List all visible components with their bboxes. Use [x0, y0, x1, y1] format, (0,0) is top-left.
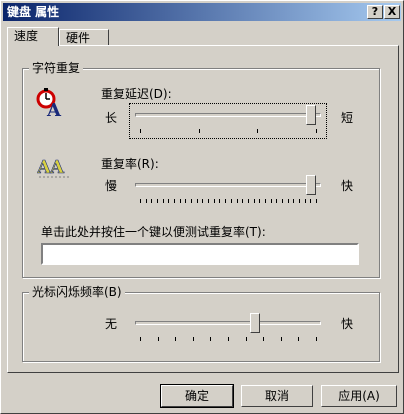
slider-tick — [254, 199, 255, 203]
delay-slider-focus — [129, 103, 327, 139]
blink-slider-thumb[interactable] — [250, 313, 260, 333]
keyboard-delay-icon: A — [36, 88, 62, 118]
delay-min-label: 长 — [105, 111, 118, 125]
slider-tick — [163, 199, 164, 203]
slider-tick — [185, 199, 186, 203]
slider-tick — [174, 199, 175, 203]
slider-tick — [237, 199, 238, 203]
title-bar[interactable]: 键盘 属性 ? X — [3, 3, 401, 21]
delay-max-label: 短 — [341, 111, 354, 125]
delay-slider-track[interactable] — [135, 113, 321, 117]
rate-slider-ticks — [140, 199, 317, 203]
slider-tick — [151, 199, 152, 203]
slider-tick — [316, 337, 317, 341]
ok-button[interactable]: 确定 — [160, 384, 234, 408]
slider-tick — [140, 337, 141, 341]
rate-min-label: 慢 — [105, 179, 118, 193]
char-repeat-group: 字符重复 A 重复延迟(D): 长 短 A A 重复率(R): 慢 快 单击此处… — [22, 61, 380, 278]
cursor-blink-group: 光标闪烁频率(B) 无 快 — [22, 285, 380, 362]
rate-slider-thumb[interactable] — [306, 175, 316, 195]
rate-slider-track[interactable] — [135, 183, 321, 187]
slider-tick — [288, 199, 289, 203]
apply-button[interactable]: 应用(A) — [321, 385, 397, 407]
slider-tick — [281, 337, 282, 341]
test-repeat-input[interactable] — [41, 243, 359, 265]
slider-tick — [259, 199, 260, 203]
blink-slider-ticks — [140, 337, 317, 341]
slider-tick — [210, 337, 211, 341]
slider-tick — [158, 337, 159, 341]
delay-label: 重复延迟(D): — [101, 87, 172, 101]
slider-tick — [276, 199, 277, 203]
close-button[interactable]: X — [384, 5, 400, 19]
tab-speed[interactable]: 速度 — [7, 27, 59, 46]
cursor-blink-group-title: 光标闪烁频率(B) — [29, 285, 125, 299]
slider-tick — [316, 129, 317, 133]
slider-tick — [298, 337, 299, 341]
slider-tick — [293, 199, 294, 203]
tab-hardware-label: 硬件 — [66, 31, 91, 45]
slider-tick — [146, 199, 147, 203]
slider-tick — [246, 337, 247, 341]
svg-text:A: A — [49, 157, 65, 178]
slider-tick — [225, 199, 226, 203]
test-area-label: 单击此处并按住一个键以便测试重复率(T): — [41, 225, 266, 239]
keyboard-rate-icon: A A — [37, 157, 69, 178]
slider-tick — [214, 199, 215, 203]
slider-tick — [265, 199, 266, 203]
slider-tick — [197, 199, 198, 203]
slider-tick — [168, 199, 169, 203]
char-repeat-group-title: 字符重复 — [29, 61, 84, 75]
rate-label: 重复率(R): — [101, 157, 159, 171]
slider-tick — [202, 199, 203, 203]
slider-tick — [257, 129, 258, 133]
slider-tick — [140, 129, 141, 133]
slider-tick — [191, 199, 192, 203]
slider-tick — [157, 199, 158, 203]
slider-tick — [248, 199, 249, 203]
slider-tick — [180, 199, 181, 203]
keyboard-properties-window: 键盘 属性 ? X 速度 硬件 字符重复 A 重复延迟(D): 长 短 A A … — [0, 0, 404, 414]
slider-tick — [271, 199, 272, 203]
cancel-button[interactable]: 取消 — [241, 385, 313, 407]
help-button[interactable]: ? — [367, 5, 383, 19]
rate-max-label: 快 — [341, 179, 354, 193]
slider-tick — [231, 199, 232, 203]
slider-tick — [299, 199, 300, 203]
delay-slider-ticks — [140, 129, 317, 133]
svg-text:A: A — [46, 100, 62, 118]
window-title: 键盘 属性 — [7, 5, 60, 19]
blink-max-label: 快 — [341, 317, 354, 331]
slider-tick — [305, 199, 306, 203]
tab-panel-speed: 字符重复 A 重复延迟(D): 长 短 A A 重复率(R): 慢 快 单击此处… — [7, 45, 399, 373]
slider-tick — [219, 199, 220, 203]
slider-tick — [175, 337, 176, 341]
delay-slider-thumb[interactable] — [306, 105, 316, 125]
slider-tick — [310, 199, 311, 203]
slider-tick — [199, 129, 200, 133]
slider-tick — [193, 337, 194, 341]
slider-tick — [140, 199, 141, 203]
slider-tick — [228, 337, 229, 341]
slider-tick — [263, 337, 264, 341]
slider-tick — [316, 199, 317, 203]
slider-tick — [208, 199, 209, 203]
slider-tick — [282, 199, 283, 203]
blink-slider-track[interactable] — [135, 321, 321, 325]
tab-speed-label: 速度 — [14, 29, 39, 43]
slider-tick — [242, 199, 243, 203]
blink-min-label: 无 — [105, 317, 118, 331]
tab-hardware[interactable]: 硬件 — [59, 29, 109, 45]
